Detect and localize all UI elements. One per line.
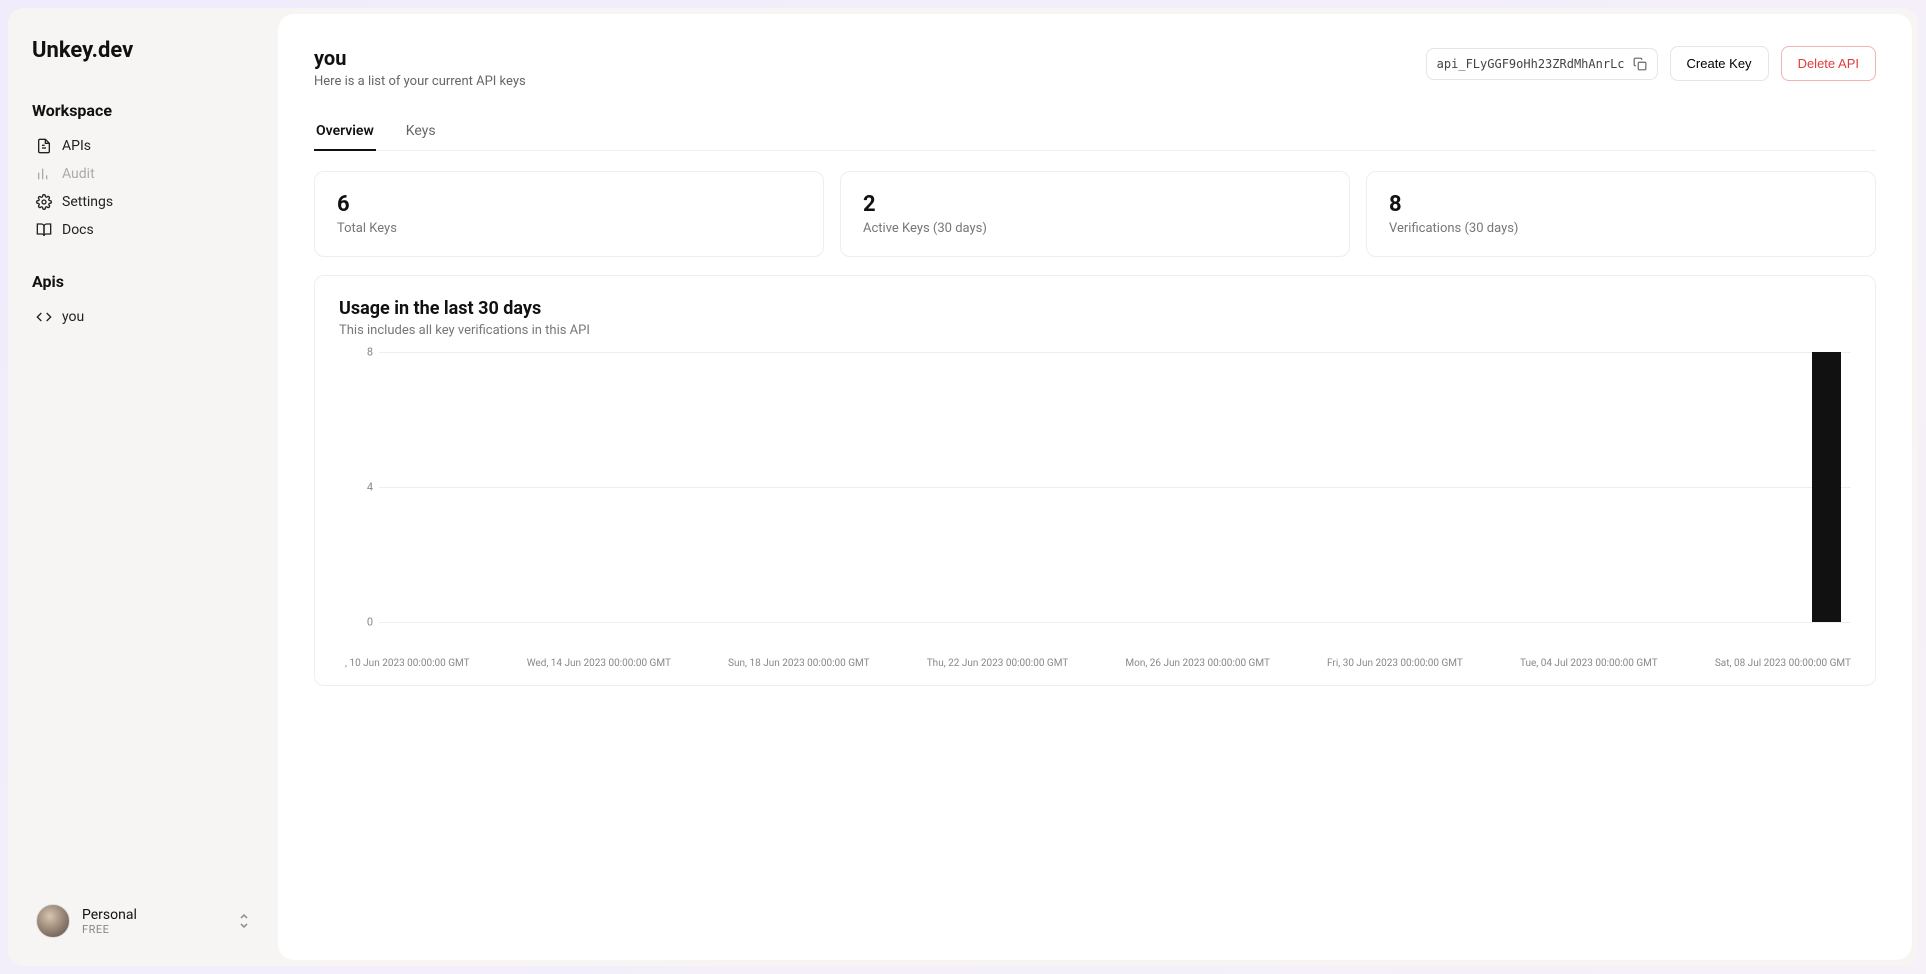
sidebar-item-label: you bbox=[62, 309, 84, 325]
chart-x-tick: Wed, 14 Jun 2023 00:00:00 GMT bbox=[527, 658, 671, 669]
workspace-plan: FREE bbox=[82, 923, 226, 936]
stat-value: 2 bbox=[863, 192, 1327, 217]
copy-icon[interactable] bbox=[1633, 57, 1647, 71]
logo[interactable]: Unkey.dev bbox=[32, 38, 254, 63]
stat-value: 6 bbox=[337, 192, 801, 217]
delete-api-button[interactable]: Delete API bbox=[1781, 46, 1876, 81]
chart-y-tick: 4 bbox=[355, 481, 373, 494]
chart-subtitle: This includes all key verifications in t… bbox=[339, 323, 1851, 338]
stat-verifications: 8 Verifications (30 days) bbox=[1366, 171, 1876, 257]
tab-overview[interactable]: Overview bbox=[314, 113, 376, 151]
chart-plot: 048 bbox=[379, 352, 1851, 622]
chart-y-tick: 8 bbox=[355, 346, 373, 359]
tabs: Overview Keys bbox=[314, 113, 1876, 151]
chart-title: Usage in the last 30 days bbox=[339, 298, 1851, 319]
chart-x-tick: Tue, 04 Jul 2023 00:00:00 GMT bbox=[1520, 658, 1658, 669]
sidebar-item-apis[interactable]: APIs bbox=[32, 132, 254, 160]
stat-label: Active Keys (30 days) bbox=[863, 221, 1327, 236]
sidebar-section-workspace: Workspace bbox=[32, 101, 254, 120]
chart-x-tick: Fri, 30 Jun 2023 00:00:00 GMT bbox=[1327, 658, 1463, 669]
sidebar-item-audit: Audit bbox=[32, 160, 254, 188]
sidebar-item-label: APIs bbox=[62, 138, 91, 154]
stat-label: Total Keys bbox=[337, 221, 801, 236]
sidebar-item-label: Settings bbox=[62, 194, 113, 210]
main-content: you Here is a list of your current API k… bbox=[278, 14, 1912, 960]
page-header: you Here is a list of your current API k… bbox=[314, 46, 1876, 89]
sidebar-item-label: Audit bbox=[62, 166, 95, 182]
chart-x-tick: Sat, 08 Jul 2023 00:00:00 GMT bbox=[1715, 658, 1851, 669]
workspace-switcher-text: Personal FREE bbox=[82, 907, 226, 936]
book-icon bbox=[36, 222, 52, 238]
api-id-text: api_FLyGGF9oHh23ZRdMhAnrLc bbox=[1437, 57, 1625, 71]
sidebar-item-settings[interactable]: Settings bbox=[32, 188, 254, 216]
chart-x-labels: , 10 Jun 2023 00:00:00 GMT Wed, 14 Jun 20… bbox=[339, 658, 1851, 669]
chart-x-tick: Thu, 22 Jun 2023 00:00:00 GMT bbox=[927, 658, 1069, 669]
sidebar-section-apis: Apis bbox=[32, 272, 254, 291]
chart-bar bbox=[1812, 352, 1841, 622]
chart-x-tick: Sun, 18 Jun 2023 00:00:00 GMT bbox=[728, 658, 870, 669]
header-actions: api_FLyGGF9oHh23ZRdMhAnrLc Create Key De… bbox=[1426, 46, 1876, 81]
stat-total-keys: 6 Total Keys bbox=[314, 171, 824, 257]
chart-gridline bbox=[379, 352, 1851, 353]
chart-gridline bbox=[379, 622, 1851, 623]
stat-label: Verifications (30 days) bbox=[1389, 221, 1853, 236]
stats-row: 6 Total Keys 2 Active Keys (30 days) 8 V… bbox=[314, 171, 1876, 257]
sidebar-item-label: Docs bbox=[62, 222, 94, 238]
gear-icon bbox=[36, 194, 52, 210]
workspace-switcher[interactable]: Personal FREE bbox=[32, 896, 254, 946]
chart-icon bbox=[36, 166, 52, 182]
chart-gridline bbox=[379, 487, 1851, 488]
chart-x-tick: , 10 Jun 2023 00:00:00 GMT bbox=[345, 658, 470, 669]
chevron-up-down-icon bbox=[238, 913, 250, 929]
app-shell: Unkey.dev Workspace APIs Audit Settings bbox=[8, 8, 1918, 966]
chart-card: Usage in the last 30 days This includes … bbox=[314, 275, 1876, 686]
stat-value: 8 bbox=[1389, 192, 1853, 217]
avatar bbox=[36, 904, 70, 938]
page-title: you bbox=[314, 46, 526, 70]
chart-area: 048 bbox=[339, 352, 1851, 652]
create-key-button[interactable]: Create Key bbox=[1670, 46, 1769, 81]
page-header-text: you Here is a list of your current API k… bbox=[314, 46, 526, 89]
chart-y-tick: 0 bbox=[355, 616, 373, 629]
api-id-box[interactable]: api_FLyGGF9oHh23ZRdMhAnrLc bbox=[1426, 48, 1658, 80]
tab-keys[interactable]: Keys bbox=[404, 113, 438, 151]
sidebar-item-docs[interactable]: Docs bbox=[32, 216, 254, 244]
workspace-name: Personal bbox=[82, 907, 226, 923]
stat-active-keys: 2 Active Keys (30 days) bbox=[840, 171, 1350, 257]
chart-x-tick: Mon, 26 Jun 2023 00:00:00 GMT bbox=[1125, 658, 1270, 669]
file-icon bbox=[36, 138, 52, 154]
sidebar: Unkey.dev Workspace APIs Audit Settings bbox=[8, 8, 278, 966]
sidebar-api-item-you[interactable]: you bbox=[32, 303, 254, 331]
page-subtitle: Here is a list of your current API keys bbox=[314, 74, 526, 89]
code-icon bbox=[36, 309, 52, 325]
